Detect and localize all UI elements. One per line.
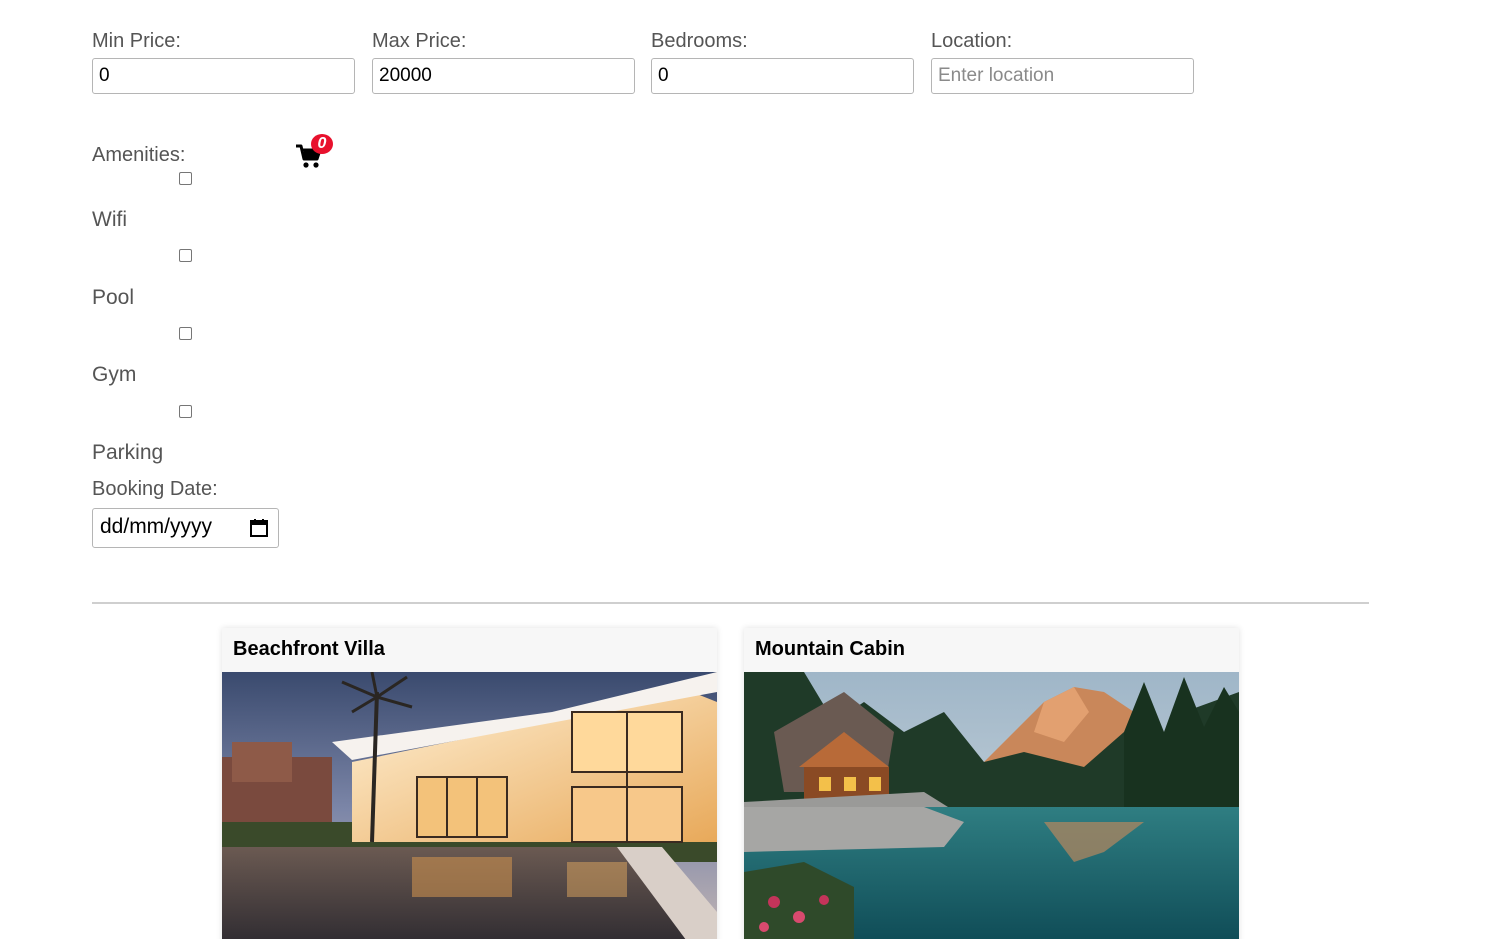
listing-card[interactable]: Mountain Cabin <box>744 628 1239 939</box>
villa-photo <box>222 672 717 939</box>
listing-card[interactable]: Beachfront Villa <box>222 628 717 939</box>
amenity-label-parking: Parking <box>92 441 164 464</box>
booking-date-input[interactable]: dd/mm/yyyy <box>92 508 279 548</box>
amenity-checkbox-wifi[interactable] <box>179 172 192 185</box>
amenity-checkbox-pool[interactable] <box>179 249 192 262</box>
section-divider <box>92 602 1369 604</box>
bedrooms-field: Bedrooms: <box>651 28 914 94</box>
booking-date-placeholder: dd/mm/yyyy <box>100 515 213 538</box>
cart-button[interactable]: 0 <box>294 134 336 170</box>
location-field: Location: <box>931 28 1194 94</box>
cabin-photo <box>744 672 1239 939</box>
bedrooms-input[interactable] <box>651 58 914 94</box>
listing-title: Mountain Cabin <box>755 638 905 660</box>
amenity-label-gym: Gym <box>92 363 137 386</box>
listing-card-header: Beachfront Villa <box>222 628 717 672</box>
location-input[interactable] <box>931 58 1194 94</box>
min-price-field: Min Price: <box>92 28 355 94</box>
amenities-label: Amenities: <box>92 144 186 166</box>
amenity-checkbox-parking[interactable] <box>179 405 192 418</box>
amenity-checkbox-gym[interactable] <box>179 327 192 340</box>
amenity-label-wifi: Wifi <box>92 208 127 231</box>
bedrooms-label: Bedrooms: <box>651 30 748 52</box>
max-price-input[interactable] <box>372 58 635 94</box>
listing-card-header: Mountain Cabin <box>744 628 1239 672</box>
amenity-label-pool: Pool <box>92 286 135 309</box>
calendar-icon[interactable] <box>249 518 269 538</box>
max-price-label: Max Price: <box>372 30 467 52</box>
min-price-label: Min Price: <box>92 30 181 52</box>
page: Min Price: Max Price: Bedrooms: Location… <box>0 0 1496 939</box>
max-price-field: Max Price: <box>372 28 635 94</box>
booking-date-label: Booking Date: <box>92 478 218 500</box>
cart-count-badge: 0 <box>311 134 333 154</box>
location-label: Location: <box>931 30 1013 52</box>
listing-title: Beachfront Villa <box>233 638 385 660</box>
min-price-input[interactable] <box>92 58 355 94</box>
